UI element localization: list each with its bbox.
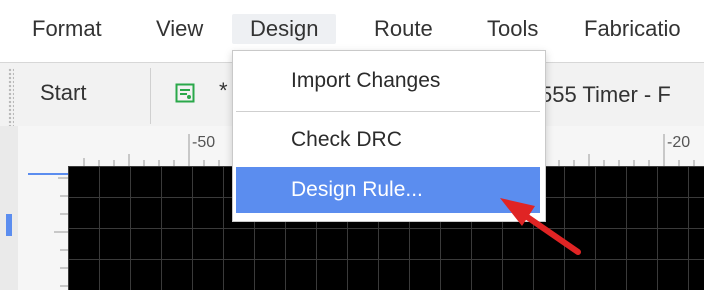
annotation-arrow-icon — [500, 198, 581, 255]
